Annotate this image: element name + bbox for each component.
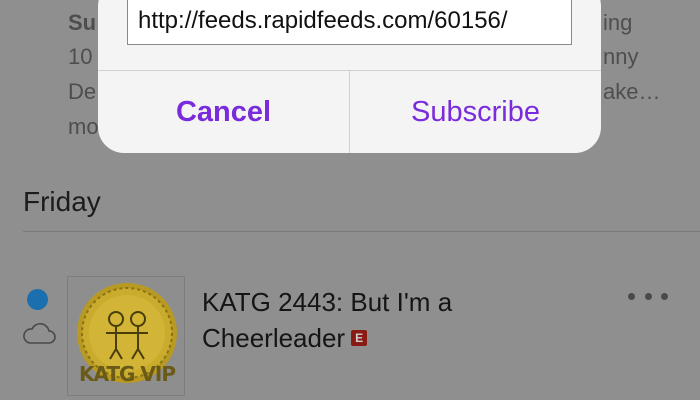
explicit-badge: E	[351, 330, 368, 347]
subscribe-url-alert: Cancel Subscribe	[98, 0, 601, 153]
more-dot	[628, 292, 635, 300]
summary-fragment: nny	[603, 44, 639, 69]
section-header-friday: Friday	[23, 186, 101, 217]
summary-line: 10	[68, 44, 93, 69]
summary-fragment: ing	[603, 10, 633, 35]
podcast-artwork[interactable]: KATG VIP	[67, 276, 185, 396]
unplayed-dot-icon	[27, 289, 48, 310]
episode-title-text: KATG 2443: But I'm a Cheerleader	[202, 287, 453, 353]
cancel-button[interactable]: Cancel	[98, 71, 349, 153]
summary-fragment: ake…	[603, 79, 661, 104]
more-dot	[644, 292, 652, 300]
subscribe-button[interactable]: Subscribe	[350, 71, 601, 153]
summary-line: mo	[68, 114, 99, 139]
summary-line: Su	[68, 10, 97, 35]
episode-row[interactable]: KATG VIP KATG 2443: But I'm a Cheerleade…	[0, 262, 700, 400]
episode-title[interactable]: KATG 2443: But I'm a Cheerleader E	[202, 284, 562, 356]
screen: Su 10 De mo ing nny ake… Friday KATG VIP…	[0, 0, 700, 400]
cloud-icon	[23, 323, 56, 344]
artwork-caption: KATG VIP	[78, 362, 176, 386]
more-options-button[interactable]	[628, 286, 668, 306]
summary-line: De	[68, 79, 97, 104]
feed-url-field[interactable]	[127, 0, 572, 45]
more-dot	[661, 292, 668, 300]
section-divider	[23, 231, 700, 232]
